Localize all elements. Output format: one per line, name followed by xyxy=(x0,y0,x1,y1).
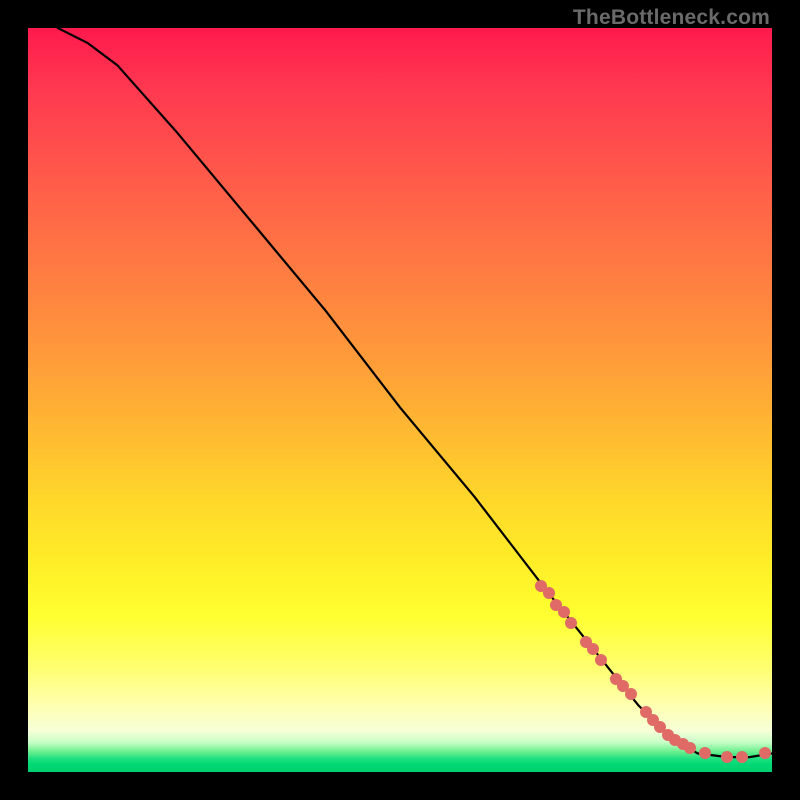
highlight-point xyxy=(558,606,570,618)
chart-frame: TheBottleneck.com xyxy=(0,0,800,800)
highlight-point xyxy=(759,747,771,759)
highlight-point xyxy=(625,688,637,700)
curve-layer xyxy=(28,28,772,772)
bottleneck-curve xyxy=(58,28,772,757)
watermark-text: TheBottleneck.com xyxy=(573,6,770,30)
